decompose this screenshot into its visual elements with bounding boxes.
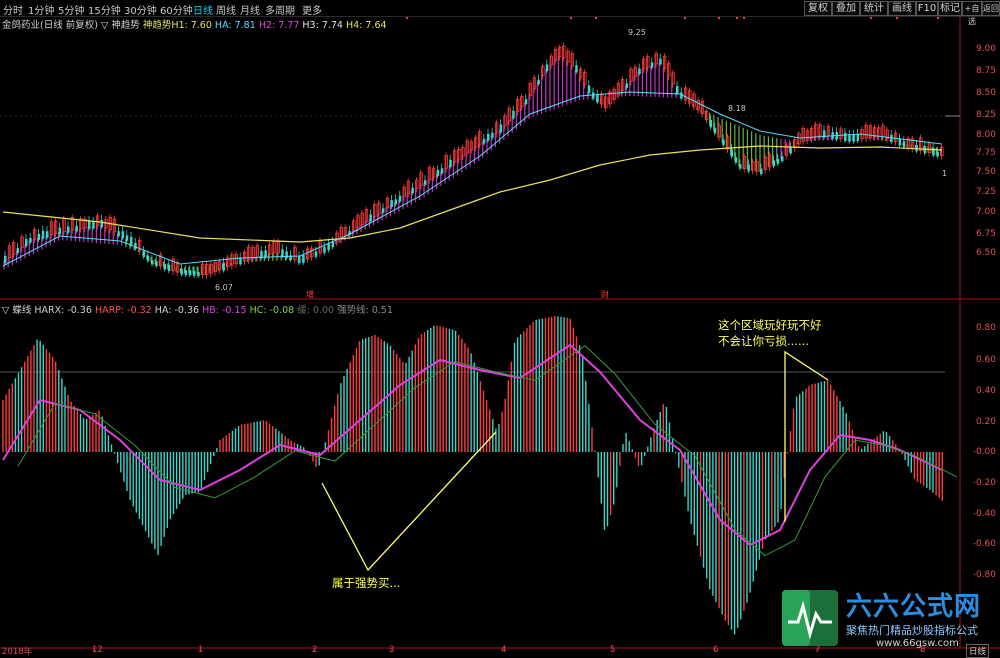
price-high-label: 9.25 (628, 28, 646, 37)
price-tick: 7.00 (975, 207, 996, 217)
price-tick: 8.75 (975, 66, 996, 76)
price-tick: 8.00 (975, 130, 996, 140)
price-tick: 6.50 (975, 248, 996, 258)
top-event-markers (406, 17, 939, 19)
brand-logo-icon (782, 590, 838, 646)
year-label: 2018年 (2, 647, 33, 657)
watermark-sub: 聚焦热门精品炒股指标公式 (846, 624, 978, 637)
price-low-label: 6.07 (215, 283, 233, 292)
main-price-layer (2, 43, 944, 279)
month-label: 4 (501, 645, 507, 655)
month-label: 5 (610, 645, 616, 655)
price-tick: 7.50 (975, 167, 996, 177)
watermark-brand: 六六公式网 (846, 592, 982, 622)
osc-tick: 0.80 (975, 323, 996, 333)
month-label: 12 (92, 645, 103, 655)
stock-chart-canvas[interactable] (0, 0, 1000, 658)
price-tick: 7.75 (975, 148, 996, 158)
osc-tick: 0.60 (975, 355, 996, 365)
event-marker-2[interactable]: 财 (601, 289, 609, 300)
warning-annotation-line2: 不会让你亏损...... (718, 334, 809, 348)
osc-tick: -0.60 (972, 539, 996, 549)
watermark-logo: 六六公式网 聚焦热门精品炒股指标公式 www.66gsw.com (780, 586, 996, 652)
price-tick: 8.25 (975, 110, 996, 120)
osc-tick: -0.20 (972, 478, 996, 488)
osc-tick: -0.40 (972, 509, 996, 519)
price-mid-label: 8.18 (728, 104, 746, 113)
strong-buy-annotation: 属于强势买... (332, 576, 401, 590)
month-label: 6 (713, 645, 719, 655)
month-label: 3 (389, 645, 395, 655)
last-marker-label: 1 (942, 169, 948, 178)
warning-annotation-line1: 这个区域玩好玩不好 (718, 318, 822, 332)
price-tick: 9.00 (975, 44, 996, 54)
osc-tick: 0.40 (975, 386, 996, 396)
watermark-url: www.66gsw.com (876, 638, 959, 649)
price-tick: 8.50 (975, 88, 996, 98)
osc-tick: 0.20 (975, 417, 996, 427)
price-tick: 7.25 (975, 187, 996, 197)
osc-tick: -0.00 (972, 447, 996, 457)
month-label: 1 (198, 645, 204, 655)
osc-tick: -0.80 (972, 570, 996, 580)
event-marker-1[interactable]: 增 (306, 289, 314, 300)
month-label: 2 (312, 645, 318, 655)
price-tick: 6.75 (975, 229, 996, 239)
buy-annotation-arrow (321, 431, 497, 572)
